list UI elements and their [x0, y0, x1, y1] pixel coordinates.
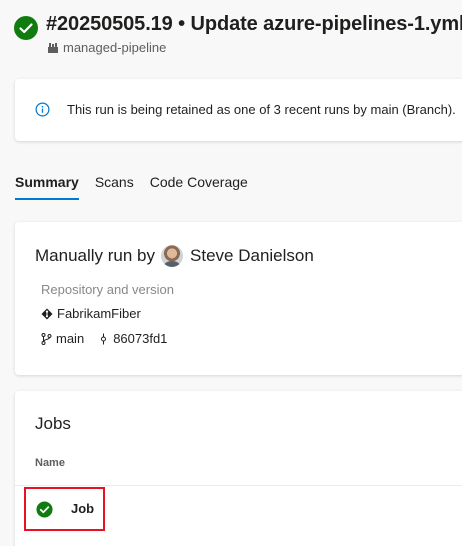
tab-scans[interactable]: Scans — [95, 174, 134, 200]
divider — [15, 485, 462, 486]
commit-id[interactable]: 86073fd1 — [113, 331, 167, 346]
run-tabs: Summary Scans Code Coverage — [15, 174, 248, 200]
retention-message: This run is being retained as one of 3 r… — [67, 102, 456, 117]
user-name[interactable]: Steve Danielson — [190, 246, 314, 266]
repository-link[interactable]: FabrikamFiber — [41, 306, 141, 321]
pipeline-link[interactable]: managed-pipeline — [47, 40, 166, 55]
success-check-icon — [36, 501, 53, 518]
tab-code-coverage[interactable]: Code Coverage — [150, 174, 248, 200]
run-title: #20250505.19 • Update azure-pipelines-1.… — [46, 13, 462, 35]
run-summary-card: Manually run by Steve Danielson Reposito… — [15, 222, 462, 375]
branch-name[interactable]: main — [56, 331, 84, 346]
success-check-icon — [14, 16, 38, 40]
version-line: main 86073fd1 — [41, 331, 167, 346]
pipeline-run-page: #20250505.19 • Update azure-pipelines-1.… — [0, 0, 462, 546]
job-name[interactable]: Job — [71, 501, 94, 516]
run-header: #20250505.19 • Update azure-pipelines-1.… — [14, 12, 462, 60]
pipeline-name[interactable]: managed-pipeline — [63, 40, 166, 55]
repository-name[interactable]: FabrikamFiber — [57, 306, 141, 321]
jobs-card: Jobs Name Job — [15, 391, 462, 546]
column-header-name: Name — [35, 457, 65, 469]
run-by-line: Manually run by Steve Danielson — [35, 245, 314, 267]
jobs-title: Jobs — [35, 414, 71, 433]
tab-summary[interactable]: Summary — [15, 174, 79, 200]
retention-banner: This run is being retained as one of 3 r… — [15, 79, 462, 141]
branch-icon — [41, 332, 52, 345]
info-icon — [35, 102, 50, 117]
run-by-label: Manually run by — [35, 246, 156, 265]
commit-icon — [101, 333, 107, 344]
job-row[interactable]: Job — [24, 487, 105, 531]
repository-label: Repository and version — [41, 282, 174, 297]
git-repo-icon — [41, 308, 53, 319]
avatar — [161, 245, 184, 267]
pipeline-icon — [48, 42, 58, 53]
